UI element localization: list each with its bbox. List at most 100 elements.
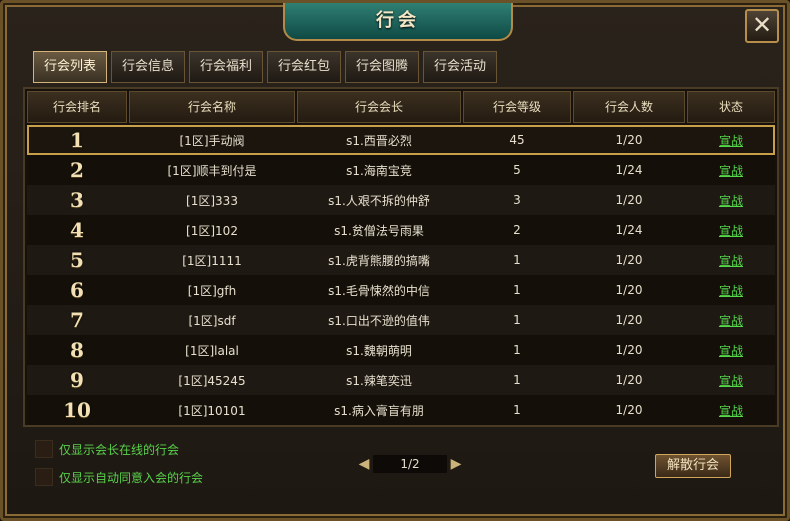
declare-war-link[interactable]: 宣战 (687, 222, 775, 239)
leader-cell: s1.海南宝竞 (346, 163, 412, 178)
rank-cell: 4 (70, 218, 84, 242)
window-title: 行会 (376, 10, 420, 31)
members-cell: 1/20 (615, 133, 643, 147)
pager: ◀ 1/2 ▶ (355, 455, 465, 473)
rank-cell: 2 (70, 158, 84, 182)
rank-cell: 10 (63, 398, 91, 422)
rank-cell: 1 (70, 128, 84, 152)
header-name: 行会名称 (129, 91, 295, 123)
header-rank: 行会排名 (27, 91, 127, 123)
rank-cell: 6 (70, 278, 84, 302)
leader-cell: s1.虎背熊腰的搞嘴 (328, 253, 430, 268)
members-cell: 1/20 (615, 343, 643, 357)
filter-auto-accept[interactable]: 仅显示自动同意入会的行会 (35, 468, 203, 486)
table-row[interactable]: 2 [1区]顺丰到付是 s1.海南宝竞 5 1/24 宣战 (27, 155, 775, 185)
tab-guild-list[interactable]: 行会列表 (33, 51, 107, 83)
auto-accept-checkbox[interactable] (35, 468, 53, 486)
tab-guild-benefits[interactable]: 行会福利 (189, 51, 263, 83)
level-cell: 1 (513, 403, 521, 417)
next-page-icon[interactable]: ▶ (447, 455, 465, 473)
level-cell: 3 (513, 193, 521, 207)
tab-bar: 行会列表 行会信息 行会福利 行会红包 行会图腾 行会活动 (33, 51, 497, 83)
members-cell: 1/24 (615, 223, 643, 237)
rank-cell: 7 (70, 308, 84, 332)
table-row[interactable]: 7 [1区]sdf s1.口出不逊的值伟 1 1/20 宣战 (27, 305, 775, 335)
guild-name-cell: [1区]1111 (182, 253, 242, 268)
rank-cell: 3 (70, 188, 84, 212)
page-indicator: 1/2 (373, 455, 447, 473)
table-row[interactable]: 1 [1区]手动阀 s1.西晋必烈 45 1/20 宣战 (27, 125, 775, 155)
leader-cell: s1.辣笔奕迅 (346, 373, 412, 388)
close-button[interactable]: ✕ (745, 9, 779, 43)
table-row[interactable]: 5 [1区]1111 s1.虎背熊腰的搞嘴 1 1/20 宣战 (27, 245, 775, 275)
rank-cell: 5 (70, 248, 84, 272)
level-cell: 1 (513, 343, 521, 357)
guild-name-cell: [1区]45245 (178, 373, 246, 388)
members-cell: 1/20 (615, 193, 643, 207)
declare-war-link[interactable]: 宣战 (687, 162, 775, 179)
prev-page-icon[interactable]: ◀ (355, 455, 373, 473)
online-leader-label: 仅显示会长在线的行会 (59, 442, 180, 457)
leader-cell: s1.西晋必烈 (346, 133, 412, 148)
members-cell: 1/20 (615, 403, 643, 417)
level-cell: 1 (513, 283, 521, 297)
tab-guild-activities[interactable]: 行会活动 (423, 51, 497, 83)
level-cell: 1 (513, 373, 521, 387)
declare-war-link[interactable]: 宣战 (687, 312, 775, 329)
declare-war-link[interactable]: 宣战 (687, 282, 775, 299)
table-header: 行会排名 行会名称 行会会长 行会等级 行会人数 状态 (27, 91, 775, 123)
members-cell: 1/20 (615, 373, 643, 387)
table-row[interactable]: 6 [1区]gfh s1.毛骨悚然的中信 1 1/20 宣战 (27, 275, 775, 305)
header-status: 状态 (687, 91, 775, 123)
declare-war-link[interactable]: 宣战 (687, 192, 775, 209)
table-row[interactable]: 10 [1区]10101 s1.病入膏盲有朋 1 1/20 宣战 (27, 395, 775, 425)
leader-cell: s1.毛骨悚然的中信 (328, 283, 430, 298)
members-cell: 1/24 (615, 163, 643, 177)
table-row[interactable]: 9 [1区]45245 s1.辣笔奕迅 1 1/20 宣战 (27, 365, 775, 395)
level-cell: 45 (509, 133, 525, 147)
leader-cell: s1.贫僧法号雨果 (334, 223, 424, 238)
rank-cell: 8 (70, 338, 84, 362)
declare-war-link[interactable]: 宣战 (687, 402, 775, 419)
guild-name-cell: [1区]sdf (188, 313, 236, 328)
header-members: 行会人数 (573, 91, 685, 123)
guild-name-cell: [1区]102 (186, 223, 238, 238)
level-cell: 2 (513, 223, 521, 237)
header-level: 行会等级 (463, 91, 571, 123)
guild-name-cell: [1区]gfh (187, 283, 237, 298)
guild-table: 行会排名 行会名称 行会会长 行会等级 行会人数 状态 1 [1区]手动阀 s1.西… (23, 87, 779, 427)
declare-war-link[interactable]: 宣战 (687, 372, 775, 389)
guild-name-cell: [1区]10101 (178, 403, 246, 418)
members-cell: 1/20 (615, 313, 643, 327)
header-leader: 行会会长 (297, 91, 461, 123)
table-row[interactable]: 3 [1区]333 s1.人艰不拆的仲舒 3 1/20 宣战 (27, 185, 775, 215)
level-cell: 5 (513, 163, 521, 177)
guild-name-cell: [1区]顺丰到付是 (167, 163, 257, 178)
declare-war-link[interactable]: 宣战 (687, 132, 775, 149)
table-row[interactable]: 4 [1区]102 s1.贫僧法号雨果 2 1/24 宣战 (27, 215, 775, 245)
guild-name-cell: [1区]333 (186, 193, 238, 208)
level-cell: 1 (513, 313, 521, 327)
rank-cell: 9 (70, 368, 84, 392)
auto-accept-label: 仅显示自动同意入会的行会 (59, 470, 204, 485)
filter-online-leader[interactable]: 仅显示会长在线的行会 (35, 440, 179, 458)
disband-guild-button[interactable]: 解散行会 (655, 454, 731, 478)
level-cell: 1 (513, 253, 521, 267)
leader-cell: s1.口出不逊的值伟 (328, 313, 430, 328)
tab-guild-redpacket[interactable]: 行会红包 (267, 51, 341, 83)
close-icon: ✕ (751, 11, 773, 39)
leader-cell: s1.魏朝萌明 (346, 343, 412, 358)
guild-name-cell: [1区]lalal (185, 343, 239, 358)
tab-guild-totem[interactable]: 行会图腾 (345, 51, 419, 83)
leader-cell: s1.病入膏盲有朋 (334, 403, 424, 418)
guild-window: 行会 ✕ 行会列表 行会信息 行会福利 行会红包 行会图腾 行会活动 行会排名 … (0, 0, 790, 521)
table-row[interactable]: 8 [1区]lalal s1.魏朝萌明 1 1/20 宣战 (27, 335, 775, 365)
guild-name-cell: [1区]手动阀 (179, 133, 245, 148)
members-cell: 1/20 (615, 283, 643, 297)
online-leader-checkbox[interactable] (35, 440, 53, 458)
declare-war-link[interactable]: 宣战 (687, 252, 775, 269)
tab-guild-info[interactable]: 行会信息 (111, 51, 185, 83)
declare-war-link[interactable]: 宣战 (687, 342, 775, 359)
window-titlebar: 行会 (283, 3, 513, 41)
leader-cell: s1.人艰不拆的仲舒 (328, 193, 430, 208)
